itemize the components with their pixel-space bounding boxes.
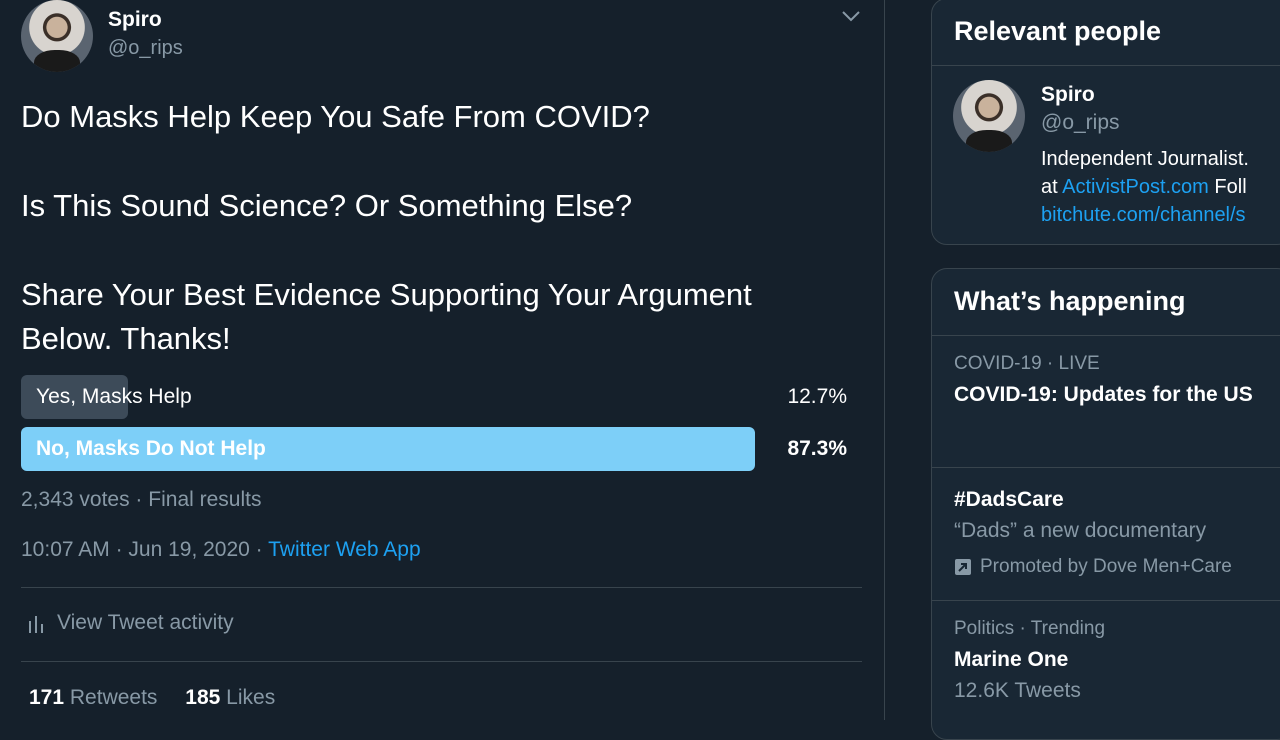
card-divider [932,467,1280,468]
poll-option-label: No, Masks Do Not Help [36,437,266,460]
tweet-timestamp: 10:07 AM · Jun 19, 2020 · Twitter Web Ap… [21,538,421,561]
tweet-text-line: Do Masks Help Keep You Safe From COVID? [21,99,650,134]
retweets-label: Retweets [69,686,158,709]
trend-title: #DadsCare [954,488,1064,511]
trend-context: COVID-19 · LIVE [954,353,1100,374]
poll-option-percent: 12.7% [787,385,847,408]
card-divider [932,335,1280,336]
poll-option-percent: 87.3% [787,437,847,460]
poll-option: No, Masks Do Not Help 87.3% [21,427,847,471]
analytics-icon [29,616,43,633]
poll-option: Yes, Masks Help 12.7% [21,375,847,419]
author-avatar[interactable] [21,0,93,72]
relevant-person-bio: Independent Journalist. [1041,148,1249,170]
view-tweet-activity[interactable]: View Tweet activity [27,611,234,635]
promoted-label: Promoted by Dove Men+Care [954,556,1232,578]
likes-label: Likes [226,686,276,709]
trend-description: “Dads” a new documentary [954,519,1207,542]
trend-title: COVID-19: Updates for the US [954,383,1253,406]
relevant-person-avatar[interactable] [953,80,1025,152]
author-name[interactable]: Spiro [108,8,162,32]
tweet-text-line: Below. Thanks! [21,321,231,356]
relevant-people-title: Relevant people [954,16,1162,46]
card-divider [932,65,1280,66]
bio-link[interactable]: bitchute.com/channel/s [1041,201,1246,229]
poll-option-label: Yes, Masks Help [36,385,192,408]
promoted-text: Promoted by Dove Men+Care [980,556,1232,577]
poll-summary: 2,343 votes · Final results [21,488,262,511]
trend-tweet-count: 12.6K Tweets [954,679,1081,702]
divider [21,587,862,588]
promoted-icon [955,559,971,575]
likes-link[interactable]: 185 Likes [185,686,275,709]
author-handle[interactable]: @o_rips [108,37,183,60]
view-tweet-activity-label: View Tweet activity [57,611,234,634]
chevron-down-icon[interactable] [840,8,862,24]
card-divider [932,600,1280,601]
likes-count: 185 [185,686,221,709]
poll-status: Final results [148,488,262,511]
bio-text: Foll [1214,176,1247,198]
tweet-source-link[interactable]: Twitter Web App [268,538,421,561]
tweet-text-line: Is This Sound Science? Or Something Else… [21,188,633,223]
tweet-time[interactable]: 10:07 AM [21,538,110,561]
engagement-stats: 171 Retweets 185 Likes [29,686,275,710]
retweets-count: 171 [29,686,65,709]
relevant-person-bio: at ActivistPost.com Foll [1041,173,1247,201]
divider [21,661,862,662]
tweet-text-line: Share Your Best Evidence Supporting Your… [21,277,752,312]
bio-link[interactable]: ActivistPost.com [1062,176,1209,198]
whats-happening-title: What’s happening [954,286,1186,316]
trend-context: Politics · Trending [954,618,1106,639]
retweets-link[interactable]: 171 Retweets [29,686,157,709]
poll-votes: 2,343 votes [21,488,130,511]
trend-title: Marine One [954,648,1069,671]
tweet-date[interactable]: Jun 19, 2020 [128,538,249,561]
relevant-person-name[interactable]: Spiro [1041,83,1095,107]
bio-text: at [1041,176,1058,198]
relevant-person-handle[interactable]: @o_rips [1041,111,1120,135]
tweet-detail-column: Spiro @o_rips Do Masks Help Keep You Saf… [0,0,885,720]
